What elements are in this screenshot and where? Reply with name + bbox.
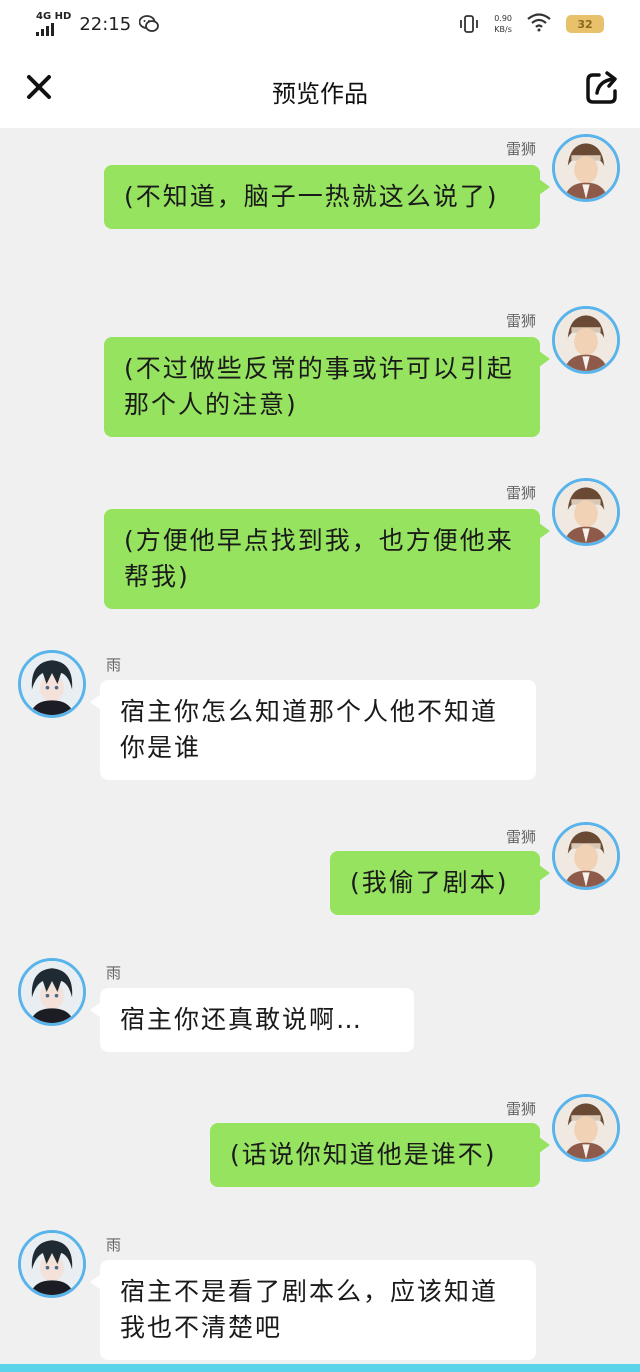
chat-area[interactable]: 雷狮 (不知道，脑子一热就这么说了) 雷狮 (不过做些反常的事或许可以引起那个人… (0, 128, 640, 1372)
message-item: 雷狮 (方便他早点找到我，也方便他来帮我) (0, 472, 640, 612)
speed-value: 0.90 (494, 14, 512, 23)
network-type: 4G HD (36, 11, 72, 22)
message-item: 雷狮 (话说你知道他是谁不) (0, 1088, 640, 1198)
message-bubble[interactable]: (话说你知道他是谁不) (210, 1123, 550, 1187)
message-bubble[interactable]: (我偷了剧本) (330, 851, 550, 915)
avatar[interactable] (18, 1230, 86, 1298)
message-bubble[interactable]: (方便他早点找到我，也方便他来帮我) (104, 509, 550, 609)
message-bubble[interactable]: (不过做些反常的事或许可以引起那个人的注意) (104, 337, 550, 437)
avatar[interactable] (552, 306, 620, 374)
message-bubble[interactable]: 宿主你怎么知道那个人他不知道你是谁 (90, 680, 536, 780)
sender-name: 雷狮 (505, 1100, 536, 1118)
network-speed: 0.90 KB/s (494, 13, 512, 35)
status-right: 0.90 KB/s 32 (458, 12, 604, 36)
avatar[interactable] (18, 958, 86, 1026)
message-item: 雨 宿主你还真敢说啊… (0, 952, 640, 1062)
status-left: 4G HD 22:15 (36, 12, 160, 36)
wechat-icon (138, 15, 160, 33)
wifi-icon (526, 12, 552, 36)
message-item: 雷狮 (不过做些反常的事或许可以引起那个人的注意) (0, 300, 640, 440)
clock: 22:15 (79, 13, 132, 35)
sender-name: 雷狮 (505, 140, 536, 158)
avatar[interactable] (552, 134, 620, 202)
sender-name: 雷狮 (505, 312, 536, 330)
top-bar: 预览作品 (0, 48, 640, 128)
message-item: 雨 宿主不是看了剧本么，应该知道我也不清楚吧 (0, 1224, 640, 1364)
signal-icon (36, 22, 71, 36)
vibrate-icon (458, 15, 480, 33)
message-bubble[interactable]: (不知道，脑子一热就这么说了) (104, 165, 550, 229)
message-bubble[interactable]: 宿主你还真敢说啊… (90, 988, 414, 1052)
sender-name: 雨 (106, 1236, 122, 1254)
avatar[interactable] (552, 1094, 620, 1162)
avatar[interactable] (552, 822, 620, 890)
network-indicator: 4G HD (36, 12, 71, 36)
battery-level: 32 (577, 17, 593, 31)
message-bubble[interactable]: 宿主不是看了剧本么，应该知道我也不清楚吧 (90, 1260, 536, 1360)
message-item: 雷狮 (我偷了剧本) (0, 816, 640, 916)
sender-name: 雷狮 (505, 484, 536, 502)
battery-indicator: 32 (566, 15, 604, 33)
sender-name: 雷狮 (505, 828, 536, 846)
share-button[interactable] (584, 70, 620, 106)
status-bar: 4G HD 22:15 0.90 KB/s 32 (0, 0, 640, 48)
message-item: 雨 宿主你怎么知道那个人他不知道你是谁 (0, 644, 640, 784)
share-icon (586, 71, 617, 104)
sender-name: 雨 (106, 656, 122, 674)
sender-name: 雨 (106, 964, 122, 982)
avatar[interactable] (552, 478, 620, 546)
page-title: 预览作品 (272, 80, 368, 108)
message-item: 雷狮 (不知道，脑子一热就这么说了) (0, 128, 640, 268)
avatar[interactable] (18, 650, 86, 718)
speed-unit: KB/s (494, 25, 512, 34)
bottom-toolbar-edge (0, 1364, 640, 1372)
